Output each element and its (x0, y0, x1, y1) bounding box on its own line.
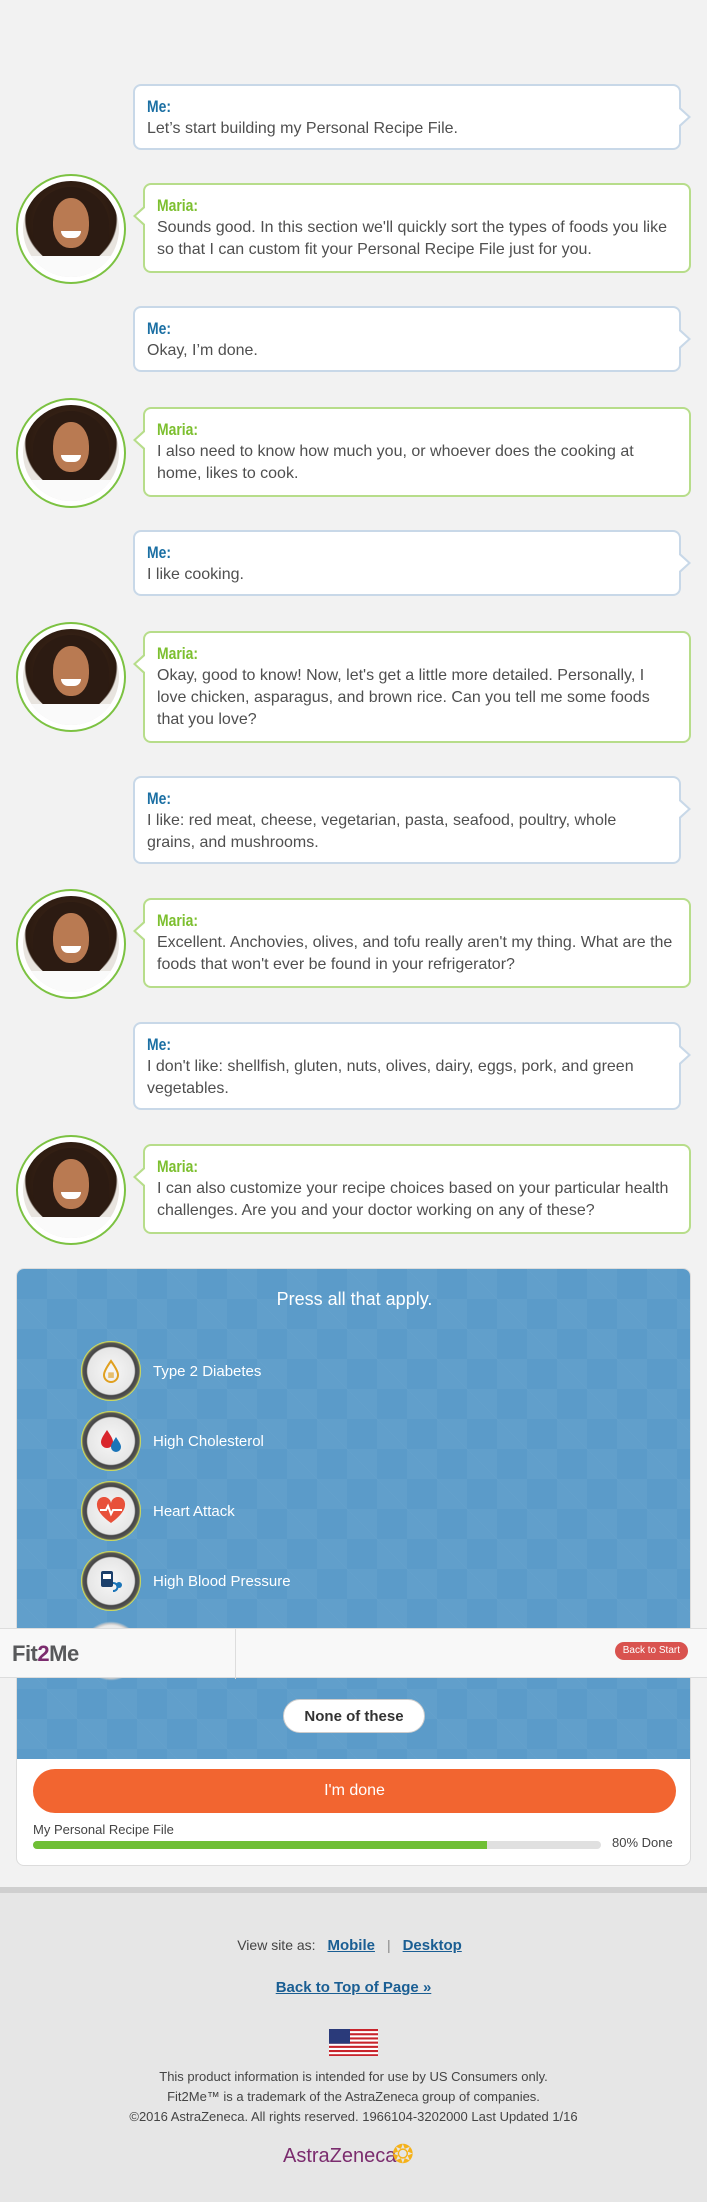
chat-bubble-maria: Maria: Excellent. Anchovies, olives, and… (133, 898, 691, 988)
option-label: High Blood Pressure (153, 1572, 291, 1590)
view-site-as: View site as: Mobile | Desktop (0, 1937, 707, 1954)
option-heart-attack[interactable]: Heart Attack (81, 1481, 235, 1541)
maria-avatar (16, 622, 126, 732)
trademark-notice: Fit2Me™ is a trademark of the AstraZenec… (167, 2089, 540, 2104)
chat-bubble-me: Me: I like: red meat, cheese, vegetarian… (133, 776, 691, 864)
us-consumers-notice: This product information is intended for… (159, 2069, 548, 2084)
us-flag-icon (329, 2029, 378, 2056)
option-label: Type 2 Diabetes (153, 1362, 262, 1380)
maria-avatar (16, 1135, 126, 1245)
message-text: I can also customize your recipe choices… (157, 1180, 669, 1219)
blood-pressure-icon (81, 1551, 141, 1611)
message-text: Excellent. Anchovies, olives, and tofu r… (157, 934, 673, 973)
message-text: Let’s start building my Personal Recipe … (147, 120, 458, 137)
maria-avatar (16, 889, 126, 999)
option-label: Heart Attack (153, 1502, 235, 1520)
mobile-link[interactable]: Mobile (327, 1937, 375, 1954)
logo-text-fit: Fit (12, 1641, 38, 1666)
astrazeneca-swirl-icon: ❂ (392, 2139, 414, 2169)
maria-avatar (16, 174, 126, 284)
speaker-label: Maria: (157, 196, 199, 215)
diabetes-icon: ▦ (81, 1341, 141, 1401)
progress-percent-text: 80% Done (612, 1835, 673, 1850)
speaker-label: Maria: (157, 1157, 199, 1176)
astrazeneca-logo: AstraZeneca (283, 2145, 397, 2167)
option-type2-diabetes[interactable]: ▦ Type 2 Diabetes (81, 1341, 261, 1401)
options-area: Press all that apply. ▦ Type 2 Diabetes … (17, 1269, 690, 1759)
chat-bubble-maria: Maria: Okay, good to know! Now, let's ge… (133, 631, 691, 743)
logo-text-2: 2 (37, 1641, 50, 1666)
speaker-label: Maria: (157, 911, 199, 930)
chat-bubble-me: Me: Okay, I’m done. (133, 306, 691, 372)
message-text: Okay, I’m done. (147, 342, 258, 359)
maria-avatar (16, 398, 126, 508)
chat-bubble-maria: Maria: Sounds good. In this section we'l… (133, 183, 691, 273)
im-done-button[interactable]: I'm done (33, 1769, 676, 1813)
logo-text-me: Me (49, 1641, 79, 1666)
option-label: High Cholesterol (153, 1432, 264, 1450)
speaker-label: Me: (147, 1035, 172, 1054)
message-text: Sounds good. In this section we'll quick… (157, 219, 667, 258)
option-high-blood-pressure[interactable]: High Blood Pressure (81, 1551, 291, 1611)
chat-bubble-maria: Maria: I also need to know how much you,… (133, 407, 691, 497)
speaker-label: Me: (147, 789, 172, 808)
chat-bubble-me: Me: Let’s start building my Personal Rec… (133, 84, 691, 150)
speaker-label: Me: (147, 543, 172, 562)
cholesterol-icon (81, 1411, 141, 1471)
desktop-link[interactable]: Desktop (403, 1937, 462, 1954)
header-divider (235, 1629, 236, 1679)
option-high-cholesterol[interactable]: High Cholesterol (81, 1411, 264, 1471)
progress-label: My Personal Recipe File (33, 1822, 174, 1837)
heart-icon (81, 1481, 141, 1541)
page-footer: View site as: Mobile | Desktop Back to Top… (0, 1887, 707, 2202)
link-separator: | (386, 1937, 391, 1953)
fit2me-logo[interactable]: Fit2Me (12, 1641, 79, 1667)
sticky-header-bar: Fit2Me Back to Start (0, 1628, 707, 1679)
none-of-these-button[interactable]: None of these (283, 1699, 425, 1733)
message-text: I like: red meat, cheese, vegetarian, pa… (147, 812, 617, 851)
message-text: I also need to know how much you, or who… (157, 443, 634, 482)
speaker-label: Maria: (157, 644, 199, 663)
back-to-top-link[interactable]: Back to Top of Page » (0, 1979, 707, 1996)
chat-bubble-maria: Maria: I can also customize your recipe … (133, 1144, 691, 1234)
progress-bar-fill (33, 1841, 488, 1849)
message-text: Okay, good to know! Now, let's get a lit… (157, 667, 650, 728)
chat-bubble-me: Me: I like cooking. (133, 530, 691, 596)
speaker-label: Maria: (157, 420, 199, 439)
chat-bubble-me: Me: I don't like: shellfish, gluten, nut… (133, 1022, 691, 1110)
progress-bar (33, 1841, 601, 1849)
health-conditions-panel: Press all that apply. ▦ Type 2 Diabetes … (16, 1268, 691, 1866)
copyright-notice: ©2016 AstraZeneca. All rights reserved. … (129, 2109, 578, 2124)
speaker-label: Me: (147, 319, 172, 338)
back-to-start-button[interactable]: Back to Start (614, 1642, 688, 1660)
message-text: I don't like: shellfish, gluten, nuts, o… (147, 1058, 634, 1097)
message-text: I like cooking. (147, 566, 244, 583)
view-site-label: View site as: (237, 1937, 316, 1953)
speaker-label: Me: (147, 97, 172, 116)
panel-prompt: Press all that apply. (276, 1289, 433, 1309)
svg-text:▦: ▦ (108, 1371, 115, 1379)
